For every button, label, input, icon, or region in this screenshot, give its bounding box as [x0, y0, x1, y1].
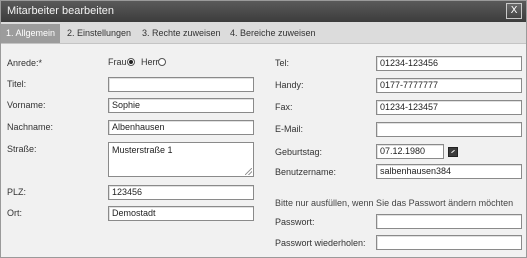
strasse-value: Musterstraße 1 [112, 145, 173, 155]
anrede-option-herr-label: Herr [141, 57, 159, 67]
resize-grip-icon[interactable] [245, 168, 252, 175]
vorname-input[interactable]: Sophie [108, 98, 254, 113]
email-input[interactable] [376, 122, 522, 137]
dialog-titlebar[interactable]: Mitarbeiter bearbeiten X [1, 1, 526, 22]
anrede-herr-radio[interactable] [158, 58, 166, 66]
edit-employee-dialog: Mitarbeiter bearbeiten X 1. Allgemein 2.… [0, 0, 527, 258]
password-note: Bitte nur ausfüllen, wenn Sie das Passwo… [275, 198, 514, 208]
tel-label: Tel: [275, 58, 290, 68]
anrede-label: Anrede:* [7, 58, 43, 68]
passwort-input[interactable] [376, 214, 522, 229]
plz-input[interactable]: 123456 [108, 185, 254, 200]
titel-input[interactable] [108, 77, 254, 92]
ort-label: Ort: [7, 208, 22, 218]
anrede-frau-radio[interactable] [127, 58, 135, 66]
passwort-wiederholen-label: Passwort wiederholen: [275, 238, 366, 248]
strasse-label: Straße: [7, 144, 37, 154]
close-button[interactable]: X [506, 3, 522, 19]
benutzername-label: Benutzername: [275, 167, 337, 177]
plz-label: PLZ: [7, 187, 27, 197]
tab-bar: 1. Allgemein 2. Einstellungen 3. Rechte … [1, 22, 526, 44]
vorname-label: Vorname: [7, 100, 46, 110]
nachname-label: Nachname: [7, 122, 54, 132]
tab-einstellungen[interactable]: 2. Einstellungen [62, 24, 136, 43]
tel-input[interactable]: 01234-123456 [376, 56, 522, 71]
passwort-label: Passwort: [275, 217, 315, 227]
anrede-option-frau-label: Frau [108, 57, 127, 67]
passwort-wiederholen-input[interactable] [376, 235, 522, 250]
email-label: E-Mail: [275, 124, 304, 134]
tab-allgemein[interactable]: 1. Allgemein [1, 24, 61, 43]
tab-bereiche-zuweisen[interactable]: 4. Bereiche zuweisen [225, 24, 321, 43]
ort-input[interactable]: Demostadt [108, 206, 254, 221]
handy-input[interactable]: 0177-7777777 [376, 78, 522, 93]
titel-label: Titel: [7, 79, 27, 89]
dialog-title: Mitarbeiter bearbeiten [7, 5, 115, 17]
geburtstag-input[interactable]: 07.12.1980 [376, 144, 444, 159]
strasse-textarea[interactable]: Musterstraße 1 [108, 142, 254, 177]
benutzername-input[interactable]: salbenhausen384 [376, 164, 522, 179]
nachname-input[interactable]: Albenhausen [108, 120, 254, 135]
calendar-icon[interactable] [448, 147, 458, 157]
fax-label: Fax: [275, 102, 293, 112]
fax-input[interactable]: 01234-123457 [376, 100, 522, 115]
tab-rechte-zuweisen[interactable]: 3. Rechte zuweisen [137, 24, 226, 43]
geburtstag-label: Geburtstag: [275, 147, 323, 157]
handy-label: Handy: [275, 80, 304, 90]
